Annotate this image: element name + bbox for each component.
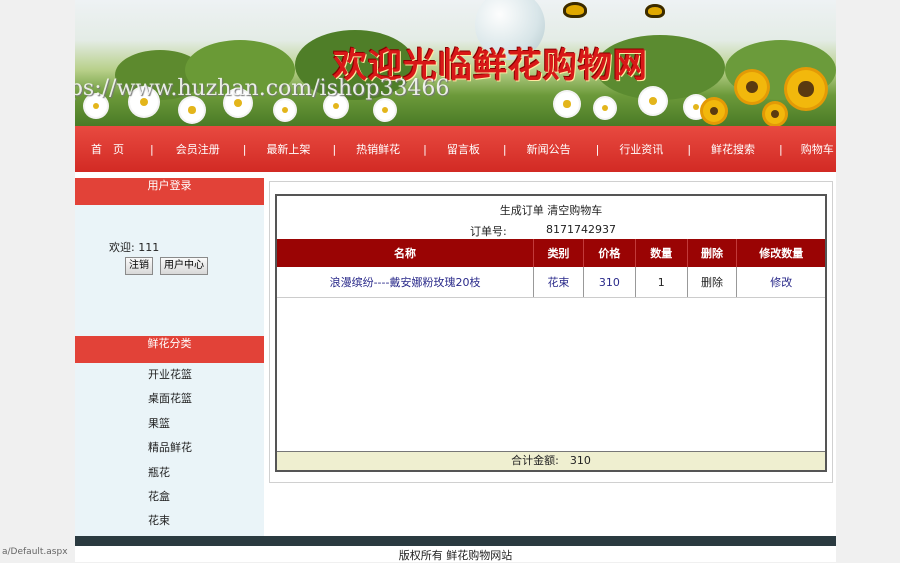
category-section-title: 鲜花分类 (75, 336, 264, 363)
daisy-image (595, 98, 615, 118)
category-item[interactable]: 瓶花 (75, 461, 264, 485)
order-number-value: 8171742937 (546, 223, 616, 236)
butterfly-image (645, 4, 665, 18)
cart-actions[interactable]: 生成订单 清空购物车 (277, 202, 825, 218)
footer-copyright: 版权所有 鲜花购物网站 (398, 549, 513, 562)
cart-table: 名称 类别 价格 数量 删除 修改数量 浪漫缤纷----戴安娜粉玫瑰20枝 花束… (277, 239, 825, 298)
daisy-image (640, 88, 666, 114)
daisy-image (275, 100, 295, 120)
daisy-image (375, 100, 395, 120)
item-quantity[interactable]: 1 (635, 267, 688, 298)
nav-item-best-sellers[interactable]: 热销鲜花 (356, 141, 400, 157)
column-header-price: 价格 (583, 239, 636, 267)
column-header-delete: 删除 (687, 239, 738, 267)
page: 欢迎光临鲜花购物网 https://www.huzhan.com/ishop33… (75, 0, 836, 562)
nav-separator: | (502, 142, 507, 156)
nav-item-news[interactable]: 新闻公告 (527, 141, 571, 157)
column-header-modify: 修改数量 (736, 239, 825, 267)
nav-item-guestbook[interactable]: 留言板 (447, 141, 480, 157)
nav-separator: | (779, 142, 783, 156)
sunflower-image (737, 72, 767, 102)
category-item[interactable]: 果篮 (75, 412, 264, 436)
modify-link[interactable]: 修改 (770, 276, 792, 289)
welcome-text: 欢迎: 111 (109, 241, 160, 254)
nav-separator: | (687, 142, 692, 156)
shopping-cart-panel: 生成订单 清空购物车 订单号: 8171742937 名称 类别 价格 数量 删… (275, 194, 827, 472)
nav-item-home[interactable]: 首 页 (91, 141, 124, 157)
footer-divider (75, 536, 836, 546)
nav-item-industry-info[interactable]: 行业资讯 (619, 141, 663, 157)
header-banner: 欢迎光临鲜花购物网 https://www.huzhan.com/ishop33… (75, 0, 836, 126)
category-item[interactable]: 花束 (75, 509, 264, 533)
item-name[interactable]: 浪漫缤纷----戴安娜粉玫瑰20枝 (330, 276, 481, 289)
column-header-quantity: 数量 (635, 239, 688, 267)
category-item[interactable]: 开业花篮 (75, 363, 264, 387)
sunflower-image (787, 70, 825, 108)
watermark-text: https://www.huzhan.com/ishop33466 (75, 76, 450, 101)
daisy-image (555, 92, 579, 116)
sunflower-image (765, 104, 785, 124)
column-header-category: 类别 (533, 239, 584, 267)
nav-separator: | (242, 142, 247, 156)
login-box: 欢迎: 111 注销 用户中心 (75, 205, 264, 336)
item-name-link[interactable]: 浪漫缤纷----戴安娜粉玫瑰20枝 (277, 267, 535, 298)
browser-status-url: a/Default.aspx (0, 546, 70, 558)
category-item[interactable]: 精品鲜花 (75, 436, 264, 460)
nav-separator: | (595, 142, 600, 156)
table-row: 浪漫缤纷----戴安娜粉玫瑰20枝 花束 310 1 删除 修改 (277, 267, 825, 298)
delete-link[interactable]: 删除 (687, 267, 738, 298)
login-section-title: 用户登录 (75, 178, 264, 205)
nav-item-register[interactable]: 会员注册 (176, 141, 220, 157)
sidebar: 用户登录 欢迎: 111 注销 用户中心 鲜花分类 开业花篮 桌面花篮 果篮 精… (75, 178, 264, 536)
main-nav: 首 页 | 会员注册 | 最新上架 | 热销鲜花 | 留言板 | 新闻公告 | … (75, 126, 836, 172)
nav-separator: | (150, 142, 154, 156)
sunflower-image (703, 100, 725, 122)
nav-separator: | (423, 142, 427, 156)
category-list: 开业花篮 桌面花篮 果篮 精品鲜花 瓶花 花盒 花束 (75, 363, 264, 534)
order-number-label: 订单号: (470, 225, 507, 238)
category-item[interactable]: 花盒 (75, 485, 264, 509)
user-center-button[interactable]: 用户中心 (160, 257, 208, 275)
daisy-image (180, 98, 204, 122)
item-category[interactable]: 花束 (547, 276, 569, 289)
item-price-cell: 310 (583, 267, 636, 298)
nav-item-new-arrivals[interactable]: 最新上架 (266, 141, 310, 157)
item-category-cell: 花束 (533, 267, 584, 298)
nav-separator: | (332, 142, 337, 156)
cart-total: 合计金额: 310 (277, 451, 825, 470)
main-content: 生成订单 清空购物车 订单号: 8171742937 名称 类别 价格 数量 删… (269, 181, 833, 483)
modify-cell: 修改 (736, 267, 825, 298)
butterfly-image (563, 2, 587, 18)
column-header-name: 名称 (277, 239, 535, 267)
item-price: 310 (598, 275, 620, 289)
nav-item-cart[interactable]: 购物车 (801, 141, 834, 157)
table-header-row: 名称 类别 价格 数量 删除 修改数量 (277, 239, 825, 267)
category-item[interactable]: 桌面花篮 (75, 387, 264, 411)
nav-item-flower-search[interactable]: 鲜花搜索 (711, 141, 755, 157)
logout-button[interactable]: 注销 (125, 257, 153, 275)
